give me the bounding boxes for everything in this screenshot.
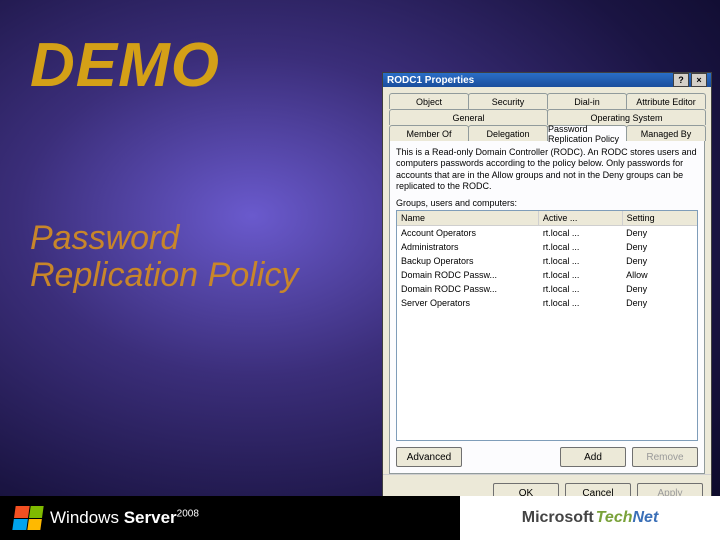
- table-row[interactable]: Account Operatorsrt.local ...Deny: [397, 226, 697, 240]
- cell-name: Domain RODC Passw...: [397, 283, 539, 295]
- table-row[interactable]: Administratorsrt.local ...Deny: [397, 240, 697, 254]
- cell-name: Backup Operators: [397, 255, 539, 267]
- advanced-button[interactable]: Advanced: [396, 447, 462, 467]
- help-button[interactable]: ?: [673, 73, 689, 87]
- close-button[interactable]: ×: [691, 73, 707, 87]
- add-button[interactable]: Add: [560, 447, 626, 467]
- column-name[interactable]: Name: [397, 211, 539, 225]
- groups-listview[interactable]: Name Active ... Setting Account Operator…: [396, 210, 698, 441]
- tab-row-2: General Operating System: [389, 109, 705, 125]
- tab-managed-by[interactable]: Managed By: [626, 125, 706, 141]
- tab-delegation[interactable]: Delegation: [468, 125, 548, 141]
- technet-logo: Microsoft TechNet: [460, 496, 720, 540]
- cell-name: Server Operators: [397, 297, 539, 309]
- cell-setting: Deny: [622, 283, 697, 295]
- tabs-area: Object Security Dial-in Attribute Editor…: [383, 87, 711, 474]
- properties-dialog: RODC1 Properties ? × Object Security Dia…: [382, 72, 712, 500]
- list-button-row: Advanced Add Remove: [396, 447, 698, 467]
- tab-security[interactable]: Security: [468, 93, 548, 109]
- ws-server: Server: [124, 508, 177, 527]
- subtitle-line2: Replication Policy: [30, 256, 298, 294]
- tab-row-3: Member Of Delegation Password Replicatio…: [389, 125, 705, 141]
- cell-name: Domain RODC Passw...: [397, 269, 539, 281]
- column-setting[interactable]: Setting: [623, 211, 697, 225]
- cell-name: Account Operators: [397, 227, 539, 239]
- table-row[interactable]: Backup Operatorsrt.local ...Deny: [397, 254, 697, 268]
- cell-domain: rt.local ...: [539, 255, 622, 267]
- tab-content: This is a Read-only Domain Controller (R…: [389, 140, 705, 474]
- subtitle-line1: Password: [30, 219, 179, 257]
- windows-server-logo: Windows Server2008: [14, 506, 199, 530]
- cell-domain: rt.local ...: [539, 227, 622, 239]
- cell-domain: rt.local ...: [539, 269, 622, 281]
- dialog-titlebar[interactable]: RODC1 Properties ? ×: [383, 73, 711, 87]
- tab-member-of[interactable]: Member Of: [389, 125, 469, 141]
- cell-domain: rt.local ...: [539, 283, 622, 295]
- tab-dialin[interactable]: Dial-in: [547, 93, 627, 109]
- tab-attribute-editor[interactable]: Attribute Editor: [626, 93, 706, 109]
- ws-windows: Windows: [50, 508, 119, 527]
- cell-setting: Deny: [622, 227, 697, 239]
- dialog-title: RODC1 Properties: [387, 75, 474, 86]
- tab-row-1: Object Security Dial-in Attribute Editor: [389, 93, 705, 109]
- cell-domain: rt.local ...: [539, 297, 622, 309]
- remove-button[interactable]: Remove: [632, 447, 698, 467]
- cell-domain: rt.local ...: [539, 241, 622, 253]
- cell-setting: Deny: [622, 255, 697, 267]
- tab-object[interactable]: Object: [389, 93, 469, 109]
- windows-flag-icon: [12, 506, 43, 530]
- cell-setting: Allow: [622, 269, 697, 281]
- ms-text: Microsoft: [522, 509, 594, 527]
- ws-year: 2008: [177, 508, 199, 519]
- slide-demo-title: DEMO: [30, 30, 220, 101]
- table-row[interactable]: Server Operatorsrt.local ...Deny: [397, 296, 697, 310]
- listview-header: Name Active ... Setting: [397, 211, 697, 226]
- slide-subtitle: Password Replication Policy: [30, 220, 298, 295]
- list-label: Groups, users and computers:: [396, 198, 698, 208]
- net-text: Net: [632, 509, 658, 526]
- cell-setting: Deny: [622, 297, 697, 309]
- table-row[interactable]: Domain RODC Passw...rt.local ...Deny: [397, 282, 697, 296]
- tab-general[interactable]: General: [389, 109, 548, 125]
- cell-name: Administrators: [397, 241, 539, 253]
- tech-text: Tech: [596, 509, 633, 526]
- tab-password-replication-policy[interactable]: Password Replication Policy: [547, 125, 627, 141]
- cell-setting: Deny: [622, 241, 697, 253]
- table-row[interactable]: Domain RODC Passw...rt.local ...Allow: [397, 268, 697, 282]
- listview-body: Account Operatorsrt.local ...DenyAdminis…: [397, 226, 697, 440]
- policy-description: This is a Read-only Domain Controller (R…: [396, 147, 698, 192]
- column-domain[interactable]: Active ...: [539, 211, 623, 225]
